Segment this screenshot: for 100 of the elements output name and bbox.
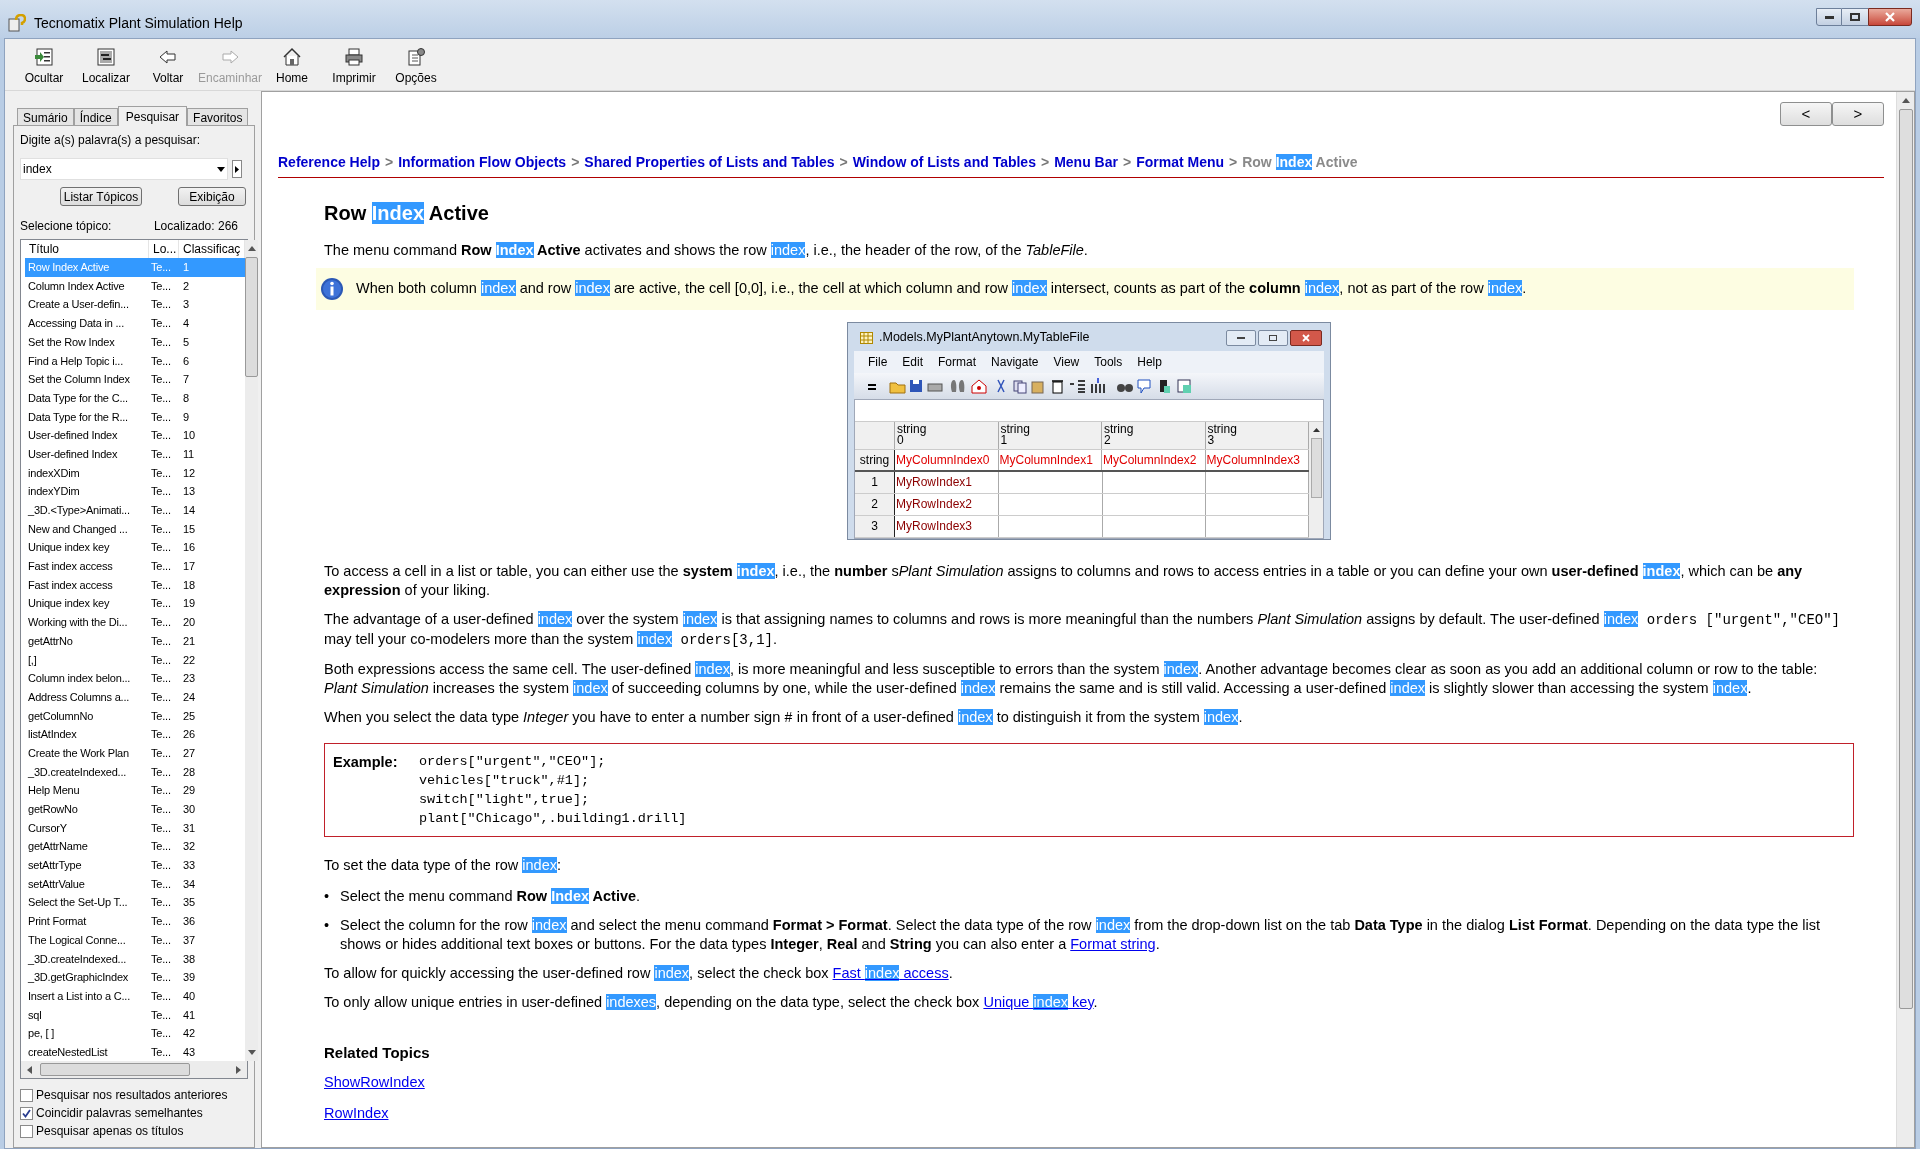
horizontal-scrollbar[interactable] [21,1061,247,1078]
up-arrow-icon[interactable] [247,246,256,251]
menu-item[interactable]: File [868,352,888,371]
list-row[interactable]: [,] Te... 22 [25,650,246,670]
breadcrumb-link[interactable]: Shared Properties of Lists and Tables [584,152,835,173]
button[interactable]: Listar Tópicos [60,187,142,206]
toolbar-button[interactable]: Opções [385,47,447,87]
tab[interactable]: Pesquisar [117,106,188,126]
related-topic-link[interactable]: RowIndex [324,1102,389,1125]
up-arrow-icon[interactable] [1901,98,1910,103]
list-row[interactable]: getRowNo Te... 30 [25,799,246,819]
breadcrumb-link[interactable]: Reference Help [278,152,380,173]
toolbar-button[interactable]: Voltar [137,47,199,87]
right-arrow-icon[interactable] [236,1065,241,1074]
toolbar-button[interactable]: Ocultar [13,47,75,87]
list-row[interactable]: Help Menu Te... 29 [25,781,246,800]
minimize-button[interactable] [1226,329,1256,346]
list-row[interactable]: Address Columns a... Te... 24 [25,687,246,707]
nav-button[interactable]: < [1780,102,1832,126]
search-combo-box[interactable]: index [20,158,228,180]
related-topic-link[interactable]: ShowRowIndex [324,1072,425,1094]
left-arrow-icon[interactable] [27,1065,32,1074]
scrollbar-thumb[interactable] [245,257,259,377]
breadcrumb-link[interactable]: Format Menu [1136,152,1224,173]
scrollbar[interactable] [1896,92,1914,1147]
scrollbar-thumb[interactable] [40,1063,190,1076]
nav-button[interactable]: > [1832,102,1884,126]
menu-item[interactable]: Edit [902,352,924,371]
list-row[interactable]: Print Format Te... 36 [25,912,246,931]
list-row[interactable]: Set the Column Index Te... 7 [25,370,246,389]
down-arrow-icon[interactable] [247,1050,256,1055]
link[interactable]: Format string [1070,935,1156,952]
toolbar-button[interactable]: Imprimir [323,47,385,87]
list-row[interactable]: Set the Row Index Te... 5 [25,332,246,352]
toolbar-button[interactable]: Home [261,47,323,87]
tab[interactable]: Índice [73,108,118,125]
breadcrumb-link[interactable]: Information Flow Objects [398,152,567,173]
list-row[interactable]: listAtIndex Te... 26 [25,725,246,744]
list-row[interactable]: New and Changed ... Te... 15 [25,519,246,539]
list-row[interactable]: _3D.getGraphicIndex Te... 39 [25,968,246,987]
list-row[interactable]: Fast index access Te... 18 [25,575,246,595]
close-button[interactable] [1290,329,1322,346]
link[interactable]: Unique index key [983,993,1094,1010]
menu-item[interactable]: Navigate [991,352,1039,371]
minimize-button[interactable] [1816,8,1842,26]
list-row[interactable]: indexYDim Te... 13 [25,482,246,501]
menu-item[interactable]: Tools [1094,352,1123,371]
list-row[interactable]: _3D.createIndexed... Te... 28 [25,762,246,782]
checkbox[interactable] [20,1106,33,1120]
list-row[interactable]: setAttrValue Te... 34 [25,874,246,894]
tab[interactable]: Favoritos [187,108,249,125]
list-row[interactable]: Column Index Active Te... 2 [25,276,246,296]
menu-item[interactable]: Help [1137,352,1162,371]
list-row[interactable]: Column index belon... Te... 23 [25,669,246,688]
list-row[interactable]: Fast index access Te... 17 [25,557,246,576]
checkbox[interactable] [20,1124,33,1138]
list-row[interactable]: Select the Set-Up T... Te... 35 [25,893,246,913]
close-icon [1885,12,1895,22]
breadcrumb-link[interactable]: Window of Lists and Tables [852,152,1036,173]
list-row[interactable]: Accessing Data in ... Te... 4 [25,314,246,333]
list-row[interactable]: Find a Help Topic i... Te... 6 [25,351,246,371]
list-row[interactable]: Create the Work Plan Te... 27 [25,743,246,763]
list-row[interactable]: Data Type for the R... Te... 9 [25,407,246,427]
list-row[interactable]: indexXDim Te... 12 [25,463,246,483]
list-row[interactable]: User-defined Index Te... 10 [25,426,246,445]
menu-arrow-button[interactable] [232,160,242,178]
checkbox[interactable] [20,1088,33,1102]
list-row[interactable]: The Logical Conne... Te... 37 [25,930,246,950]
list-row[interactable]: getAttrName Te... 32 [25,837,246,856]
list-row[interactable]: Unique index key Te... 19 [25,594,246,614]
button[interactable]: Exibição [178,187,246,206]
list-row[interactable]: User-defined Index Te... 11 [25,444,246,464]
list-row[interactable]: createNestedList Te... 43 [25,1042,246,1062]
maximize-button[interactable] [1842,8,1868,26]
maximize-button[interactable] [1258,329,1288,346]
menu-item[interactable]: View [1053,352,1080,371]
link[interactable]: Fast index access [832,964,949,981]
list-row[interactable]: sql Te... 41 [25,1005,246,1025]
list-row[interactable]: Insert a List into a C... Te... 40 [25,986,246,1006]
up-arrow-icon[interactable] [1312,427,1320,432]
scrollbar-thumb[interactable] [1898,109,1913,1009]
scrollbar[interactable] [1309,421,1323,538]
list-row[interactable]: setAttrType Te... 33 [25,856,246,875]
list-row[interactable]: pe, [ ] Te... 42 [25,1024,246,1043]
list-row[interactable]: _3D.<Type>Animati... Te... 14 [25,500,246,520]
list-row[interactable]: Data Type for the C... Te... 8 [25,388,246,408]
list-row[interactable]: CursorY Te... 31 [25,818,246,838]
breadcrumb-link[interactable]: Menu Bar [1054,152,1118,173]
list-row[interactable]: getAttrNo Te... 21 [25,631,246,651]
list-row[interactable]: Working with the Di... Te... 20 [25,613,246,632]
menu-item[interactable]: Format [938,352,977,371]
list-row[interactable]: getColumnNo Te... 25 [25,706,246,726]
toolbar-button[interactable]: Localizar [75,47,137,87]
tab[interactable]: Sumário [17,108,74,125]
scrollbar[interactable] [245,240,259,1061]
list-row[interactable]: Unique index key Te... 16 [25,538,246,557]
list-row[interactable]: Create a User-defin... Te... 3 [25,295,246,315]
close-button[interactable] [1868,8,1912,26]
select-topic-label: Selecione tópico: [20,218,112,235]
list-row[interactable]: _3D.createIndexed... Te... 38 [25,949,246,969]
